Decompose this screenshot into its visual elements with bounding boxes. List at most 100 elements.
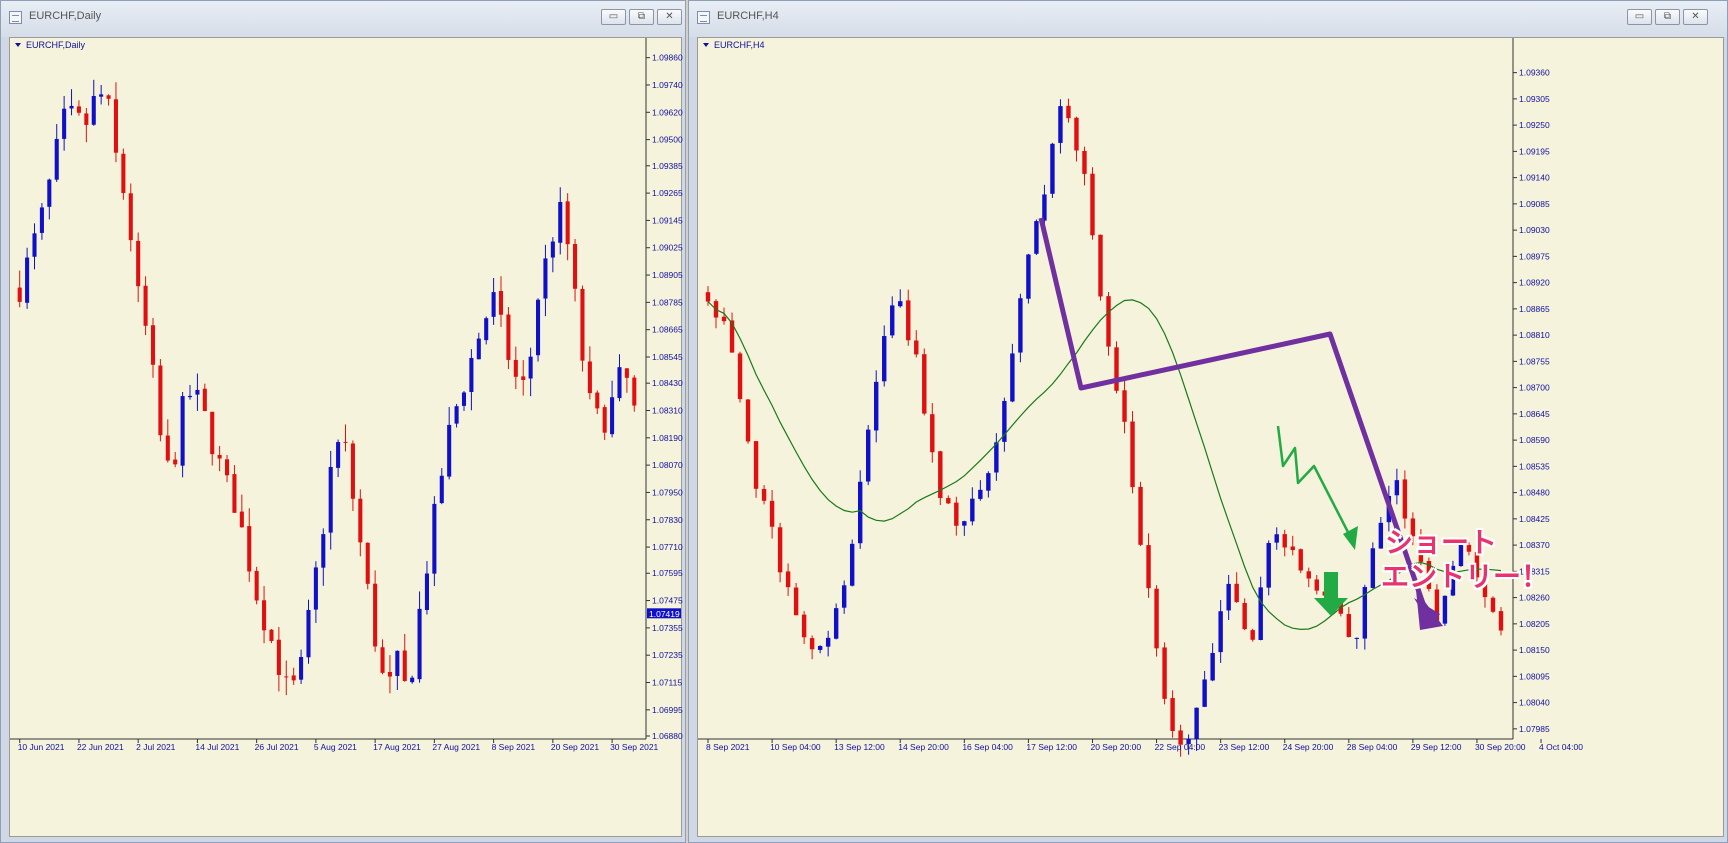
- daily-candlestick-chart[interactable]: EURCHF,Daily 1.09860 1.09740 1.09620 1.09500…: [10, 38, 683, 838]
- candle-body: [284, 676, 289, 678]
- candle-body: [1402, 479, 1408, 519]
- candle-body: [47, 179, 52, 207]
- candle: [180, 392, 185, 478]
- candle: [358, 489, 363, 557]
- price-tick-label: 1.08150: [1519, 645, 1550, 655]
- price-tick-label: 1.08310: [652, 405, 683, 415]
- h4-chart-window[interactable]: EURCHF,H4 ▭ ⧉ ✕ EURCHF,H4 1.09360 1.09305 1…: [688, 0, 1728, 843]
- candle-body: [1210, 652, 1215, 681]
- candle-body: [17, 287, 22, 302]
- daily-chart-pane[interactable]: EURCHF,Daily 1.09860 1.09740 1.09620 1.09500…: [9, 37, 683, 838]
- candle-body: [1290, 546, 1295, 551]
- time-tick-label: 29 Sep 12:00: [1411, 742, 1462, 752]
- candle-body: [906, 300, 911, 341]
- candle-body: [1250, 630, 1255, 640]
- candle: [602, 404, 607, 441]
- price-tick-label: 1.07830: [652, 515, 683, 525]
- candle: [713, 299, 719, 329]
- candle: [874, 370, 879, 443]
- candle-body: [1226, 583, 1231, 611]
- price-tick-label: 1.08535: [1519, 461, 1550, 471]
- price-tick-label: 1.08785: [652, 297, 683, 307]
- time-tick-label: 8 Sep 2021: [706, 742, 750, 752]
- price-tick-label: 1.07235: [652, 650, 683, 660]
- candle-body: [402, 650, 407, 682]
- candle-body: [439, 475, 444, 504]
- candle: [513, 346, 518, 390]
- candle: [343, 424, 348, 452]
- candle: [461, 391, 467, 411]
- chart-window-icon: [9, 11, 22, 24]
- price-tick-label: 1.08070: [652, 460, 683, 470]
- candle-body: [1258, 587, 1263, 640]
- candle: [254, 566, 259, 605]
- candle-body: [617, 367, 622, 399]
- candle-body: [313, 567, 318, 610]
- candle: [624, 368, 629, 393]
- candle-body: [914, 340, 919, 355]
- candle-body: [898, 301, 903, 307]
- candle-body: [1138, 486, 1143, 545]
- restore-button[interactable]: ⧉: [1655, 9, 1680, 25]
- price-tick-label: 1.07710: [652, 542, 683, 552]
- candle: [833, 603, 839, 640]
- candle-body: [978, 489, 983, 499]
- candle: [328, 450, 333, 550]
- candle-body: [580, 288, 585, 361]
- title-bar[interactable]: EURCHF,H4 ▭ ⧉ ✕: [689, 1, 1727, 37]
- time-tick-label: 5 Aug 2021: [314, 742, 357, 752]
- candle: [1298, 548, 1303, 574]
- candle-body: [395, 650, 400, 676]
- dropdown-triangle-icon: [15, 43, 21, 47]
- candle-body: [833, 608, 839, 639]
- candle: [299, 649, 304, 685]
- candle-body: [1010, 353, 1015, 402]
- close-button[interactable]: ✕: [1683, 9, 1708, 25]
- daily-chart-window[interactable]: EURCHF,Daily ▭ ⧉ ✕ EURCHF,Daily 1.09860 1.…: [0, 0, 686, 843]
- candle-body: [1370, 548, 1376, 588]
- title-bar[interactable]: EURCHF,Daily ▭ ⧉ ✕: [1, 1, 685, 37]
- candle-body: [373, 583, 378, 647]
- candle: [39, 202, 44, 240]
- minimize-button[interactable]: ▭: [601, 9, 626, 25]
- chart-window-icon: [697, 11, 710, 24]
- candle: [1026, 253, 1031, 304]
- candle: [158, 359, 163, 442]
- candle: [128, 183, 133, 252]
- candle: [1306, 567, 1311, 588]
- candle: [1354, 637, 1360, 649]
- candle-body: [769, 500, 775, 527]
- h4-chart-pane[interactable]: EURCHF,H4 1.09360 1.09305 1.09250 1.09195 1.0…: [697, 37, 1724, 837]
- candle: [906, 289, 911, 346]
- candle: [809, 635, 815, 660]
- time-tick-label: 14 Sep 20:00: [898, 742, 949, 752]
- candle: [150, 317, 156, 378]
- candle-body: [447, 424, 452, 477]
- candle: [187, 384, 193, 400]
- candle-body: [1354, 637, 1360, 639]
- close-button[interactable]: ✕: [657, 9, 682, 25]
- price-tick-label: 1.07950: [652, 487, 683, 497]
- candle-body: [558, 202, 563, 243]
- time-tick-label: 16 Sep 04:00: [962, 742, 1013, 752]
- price-tick-label: 1.08645: [1519, 409, 1550, 419]
- minimize-button[interactable]: ▭: [1627, 9, 1652, 25]
- candle-body: [1066, 105, 1071, 119]
- candle: [62, 96, 67, 151]
- candle: [121, 148, 126, 200]
- candle: [69, 89, 74, 116]
- candle-body: [54, 138, 59, 180]
- candle-body: [232, 474, 237, 513]
- candle: [753, 440, 759, 498]
- candle-body: [849, 543, 855, 586]
- candle-body: [254, 570, 259, 601]
- candle-body: [432, 503, 437, 574]
- restore-button[interactable]: ⧉: [629, 9, 654, 25]
- candle: [1122, 379, 1127, 434]
- candle: [1346, 607, 1352, 638]
- candle-body: [32, 233, 37, 257]
- h4-candlestick-chart[interactable]: EURCHF,H4 1.09360 1.09305 1.09250 1.09195 1.0…: [698, 38, 1725, 838]
- candle-body: [350, 443, 355, 499]
- candle: [1218, 600, 1223, 663]
- candle: [165, 419, 170, 463]
